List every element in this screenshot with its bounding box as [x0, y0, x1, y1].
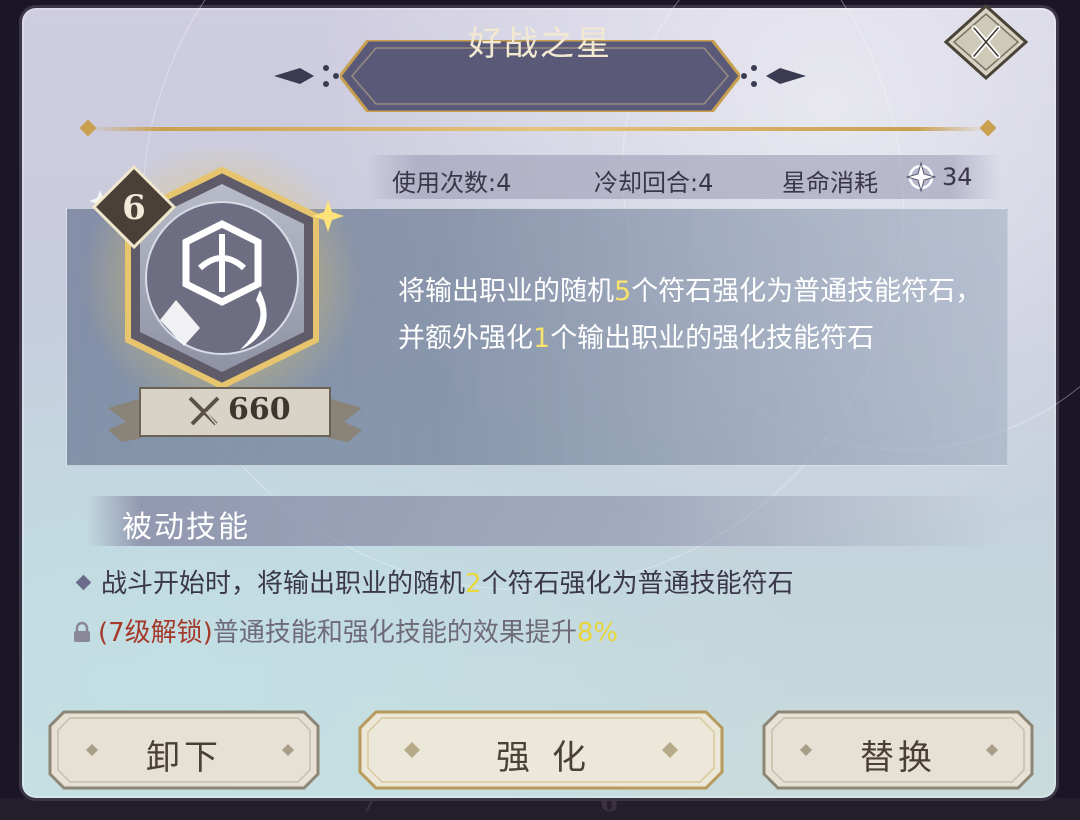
cooldown-turns: 冷却回合:4 — [594, 169, 714, 197]
rune-level: 6 — [122, 188, 146, 228]
passive-text: 普通技能和强化技能的效果提升 — [212, 618, 577, 648]
passive-text: 战斗开始时，将输出职业的随机 — [101, 569, 466, 599]
title-ornament-right — [741, 65, 806, 87]
desc-text: 将输出职业的随机 — [398, 276, 614, 307]
skill-title: 好战之星 — [468, 24, 612, 64]
replace-label: 替换 — [860, 738, 936, 778]
passive-locked-line: (7级解锁)普通技能和强化技能的效果提升8% — [72, 612, 618, 649]
passive-text: 个符石强化为普通技能符石 — [481, 569, 794, 599]
desc-number: 1 — [533, 323, 551, 354]
bullet-diamond-icon — [75, 574, 92, 591]
star-fate-icon — [906, 162, 936, 192]
desc-number: 5 — [614, 276, 632, 307]
enhance-label: 强化 — [496, 738, 608, 778]
rune-detail-screen: 7 6 好战之星 使用次数:4 冷却回合:4 星命消耗 34 将输出职业的随机5… — [0, 0, 1080, 820]
passive-percent: 8% — [576, 618, 619, 648]
title-ornament-left — [274, 65, 339, 87]
desc-text: 个输出职业的强化技能符石 — [550, 323, 875, 354]
rune-power: 660 — [228, 392, 291, 427]
close-button[interactable] — [944, 4, 1028, 80]
background-strip — [0, 798, 1080, 820]
unequip-label: 卸下 — [146, 738, 222, 778]
replace-button[interactable]: 替换 — [760, 708, 1036, 792]
title-divider — [88, 127, 988, 131]
crossed-swords-icon — [188, 396, 220, 426]
star-cost-label: 星命消耗 — [782, 169, 878, 197]
skill-description: 将输出职业的随机5个符石强化为普通技能符石，并额外强化1个输出职业的强化技能符石 — [398, 268, 998, 362]
enhance-button[interactable]: 强化 — [356, 708, 726, 792]
passive-skill-header: 被动技能 — [122, 510, 250, 545]
star-cost-value: 34 — [942, 163, 973, 191]
lock-icon — [74, 621, 90, 642]
unlock-requirement: (7级解锁) — [98, 618, 213, 648]
passive-number: 2 — [465, 569, 482, 599]
passive-effect-line: 战斗开始时，将输出职业的随机2个符石强化为普通技能符石 — [72, 563, 794, 600]
unequip-button[interactable]: 卸下 — [46, 708, 322, 792]
